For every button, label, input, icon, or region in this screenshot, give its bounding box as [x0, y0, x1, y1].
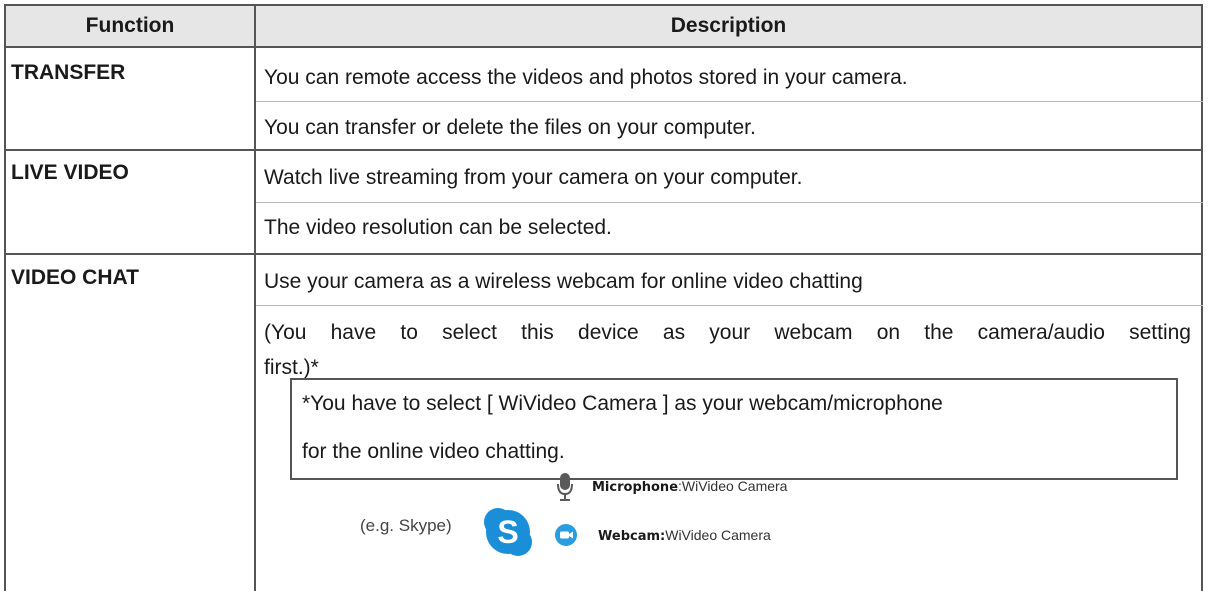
- microphone-setting-value: :WiVideo Camera: [678, 478, 788, 494]
- table-left-border: [4, 46, 6, 591]
- note-line: *You have to select [ WiVideo Camera ] a…: [302, 392, 943, 415]
- svg-text:S: S: [497, 514, 518, 550]
- skype-logo-icon: S: [480, 504, 536, 560]
- function-name-live-video: LIVE VIDEO: [11, 161, 129, 184]
- line-separator: [256, 101, 1203, 102]
- note-line: for the online video chatting.: [302, 440, 565, 463]
- column-divider: [254, 46, 256, 591]
- video-chat-description-line: Use your camera as a wireless webcam for…: [264, 270, 863, 293]
- video-chat-description-line: (You have to select this device as your …: [264, 321, 1191, 344]
- function-name-video-chat: VIDEO CHAT: [11, 266, 139, 289]
- webcam-setting-label: Webcam:: [598, 529, 666, 544]
- row-divider: [4, 253, 1203, 255]
- line-separator: [256, 202, 1203, 203]
- video-chat-description-line: first.)*: [264, 356, 319, 379]
- webcam-icon: [554, 523, 578, 547]
- line-separator: [256, 305, 1203, 306]
- function-name-transfer: TRANSFER: [11, 61, 126, 84]
- webcam-setting-value: WiVideo Camera: [665, 527, 771, 543]
- live-video-description-line: The video resolution can be selected.: [264, 216, 612, 239]
- webcam-selection-note-box: *You have to select [ WiVideo Camera ] a…: [290, 378, 1178, 480]
- row-divider: [4, 149, 1203, 151]
- table-right-border: [1201, 46, 1203, 591]
- skype-example-label: (e.g. Skype): [360, 516, 452, 535]
- microphone-setting-label: Microphone: [592, 480, 679, 495]
- description-column-header: Description: [254, 4, 1203, 48]
- transfer-description-line: You can transfer or delete the files on …: [264, 116, 756, 139]
- webcam-setting: Webcam:WiVideo Camera: [598, 527, 771, 544]
- function-column-header: Function: [4, 4, 256, 48]
- microphone-icon: [555, 472, 575, 502]
- live-video-description-line: Watch live streaming from your camera on…: [264, 166, 803, 189]
- microphone-setting: Microphone:WiVideo Camera: [592, 478, 787, 495]
- transfer-description-line: You can remote access the videos and pho…: [264, 66, 908, 89]
